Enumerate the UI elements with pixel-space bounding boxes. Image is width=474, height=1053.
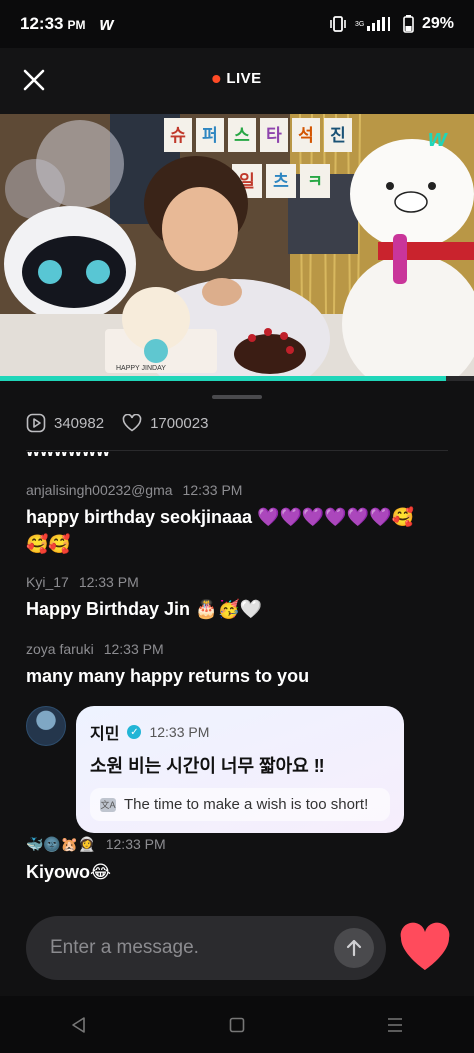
artist-text: 소원 비는 시간이 너무 짧아요 ‼ — [90, 756, 325, 776]
svg-text:HAPPY JINDAY: HAPPY JINDAY — [116, 365, 166, 372]
signal-icon: 3G — [355, 17, 390, 31]
chat-username: anjalisingh00232@gma — [26, 482, 173, 498]
chat-message[interactable]: anjalisingh00232@gma 12:33 PM happy birth… — [26, 482, 456, 558]
recents-lines-icon — [388, 1017, 402, 1032]
video-progress-bar[interactable] — [0, 376, 474, 381]
sign-letter: ㅋ — [307, 172, 323, 192]
sign-letter: 슈 — [170, 126, 186, 146]
chat-text: many many happy returns to you — [26, 666, 310, 686]
close-button[interactable] — [20, 66, 48, 94]
sheet-drag-handle[interactable] — [212, 395, 262, 399]
banner-signs-row2: 일츠ㅋ — [232, 164, 330, 198]
sign-letter: 츠 — [273, 172, 289, 192]
sign-letter: 스 — [234, 126, 250, 146]
chat-text: happy birthday seokjinaaa — [26, 507, 253, 527]
vibrate-icon — [330, 16, 346, 32]
back-triangle-icon — [72, 1016, 85, 1033]
chat-username: Kyi_17 — [26, 574, 69, 590]
battery-icon — [403, 15, 414, 33]
chat-message[interactable]: 🐳🌚🐹👩‍🚀 12:33 PM Kiyowo😂 — [26, 836, 456, 886]
chat-list[interactable]: wwwwww anjalisingh00232@gma 12:33 PM happ… — [0, 452, 474, 910]
chat-username: 🐳🌚🐹👩‍🚀 — [26, 836, 96, 852]
like-button[interactable] — [398, 922, 452, 974]
live-header: LIVE — [0, 48, 474, 114]
like-count: 1700023 — [122, 414, 208, 432]
svg-text:3G: 3G — [355, 21, 364, 28]
chat-emojis: 💜💜💜💜💜💜🥰 — [257, 507, 414, 527]
chat-message[interactable]: zoya faruki 12:33 PM many many happy retu… — [26, 641, 456, 690]
artist-bubble: 지민 ✓ 12:33 PM 소원 비는 시간이 너무 짧아요 ‼ 文A The … — [76, 706, 404, 833]
sign-letter: 석 — [298, 126, 314, 146]
heart-outline-icon — [122, 414, 142, 432]
chat-message[interactable]: Kyi_17 12:33 PM Happy Birthday Jin 🎂🥳🤍 — [26, 574, 456, 623]
verified-check-icon: ✓ — [127, 725, 142, 739]
weverse-watermark-icon: w — [428, 125, 448, 152]
status-time: 12:33 PM — [20, 14, 86, 33]
send-button[interactable] — [334, 928, 374, 968]
weverse-logo-icon: w — [99, 13, 114, 34]
close-icon — [23, 69, 45, 91]
artist-time: 12:33 PM — [149, 724, 210, 740]
live-dot-icon — [212, 74, 221, 83]
translate-icon: 文A — [100, 797, 116, 812]
chat-time: 12:33 PM — [182, 482, 243, 498]
artist-avatar[interactable] — [26, 706, 66, 746]
sign-letter: 진 — [330, 126, 346, 146]
artist-name: 지민 — [90, 726, 120, 743]
play-count: 340982 — [26, 413, 104, 433]
translation-box[interactable]: 文A The time to make a wish is too short! — [90, 788, 390, 821]
chat-text: Kiyowo😂 — [26, 862, 112, 882]
arrow-up-icon — [346, 939, 362, 957]
live-label: LIVE — [226, 70, 262, 87]
divider — [26, 450, 448, 451]
chat-time: 12:33 PM — [105, 836, 166, 852]
nav-recents-button[interactable] — [375, 1005, 415, 1045]
chat-time: 12:33 PM — [78, 574, 139, 590]
chat-emojis-line2: 🥰🥰 — [26, 534, 71, 554]
battery-percent: 29% — [421, 15, 454, 32]
chat-time: 12:33 PM — [103, 641, 164, 657]
artist-message[interactable]: 지민 ✓ 12:33 PM 소원 비는 시간이 너무 짧아요 ‼ 文A The … — [26, 706, 404, 833]
message-input[interactable] — [50, 937, 320, 959]
sign-letter: 퍼 — [202, 126, 218, 146]
video-progress-fill — [0, 376, 446, 381]
status-bar: 12:33 PM w 3G 29% — [0, 0, 474, 48]
chat-username: zoya faruki — [26, 641, 94, 657]
play-count-value: 340982 — [54, 414, 105, 432]
nav-back-button[interactable] — [59, 1005, 99, 1045]
video-frame: 슈퍼스타석진 일츠ㅋ HAPPY JINDAY w — [0, 114, 474, 378]
translation-text: The time to make a wish is too short! — [124, 796, 369, 813]
stats-row: 340982 1700023 — [26, 413, 208, 433]
like-count-value: 1700023 — [150, 414, 209, 432]
live-video-player[interactable]: 슈퍼스타석진 일츠ㅋ HAPPY JINDAY w — [0, 114, 474, 378]
play-icon — [26, 413, 46, 433]
heart-icon — [400, 922, 450, 970]
system-nav-bar — [0, 996, 474, 1053]
live-badge: LIVE — [212, 70, 261, 87]
home-square-icon — [229, 1017, 245, 1032]
sign-letter: 타 — [266, 126, 282, 146]
nav-home-button[interactable] — [217, 1005, 257, 1045]
status-icons: 3G 29% — [329, 15, 454, 33]
truncated-message: wwwwww — [26, 452, 110, 461]
message-input-bar — [26, 916, 386, 980]
chat-text: Happy Birthday Jin 🎂🥳🤍 — [26, 599, 263, 619]
